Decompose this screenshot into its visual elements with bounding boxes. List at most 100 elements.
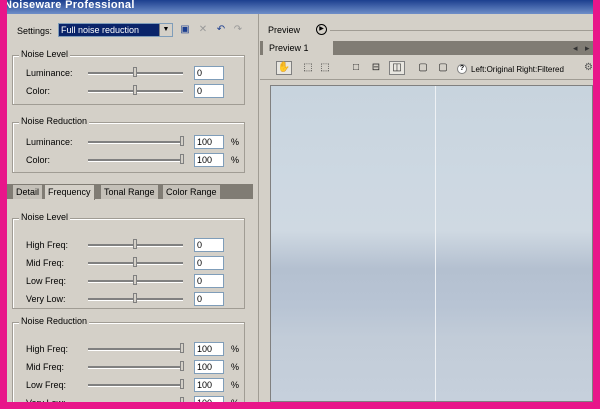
freq-noise-level-value-input[interactable]: 0 <box>194 292 224 306</box>
freq-noise-reduction-slider[interactable] <box>88 379 184 389</box>
freq-noise-reduction-row: Mid Freq: 100% <box>13 360 246 374</box>
help-icon[interactable]: ? <box>457 64 467 74</box>
chevron-down-icon[interactable]: ▼ <box>159 24 172 36</box>
percent-unit: % <box>231 344 240 354</box>
chevron-right-icon[interactable]: ▸ <box>585 43 590 54</box>
percent-unit: % <box>231 362 240 372</box>
freq-noise-reduction-value-input[interactable]: 100 <box>194 342 224 356</box>
split-horizontal-icon[interactable]: ⊟ <box>368 61 384 75</box>
noise-level-group: Noise Level Luminance: 0 Color: 0 <box>12 49 246 105</box>
freq-noise-level-value-input[interactable]: 0 <box>194 256 224 270</box>
tab-color-range[interactable]: Color Range <box>163 185 221 199</box>
freq-noise-reduction-slider[interactable] <box>88 343 184 353</box>
freq-noise-level-title: Noise Level <box>19 212 71 222</box>
split-vertical-icon[interactable]: ◫ <box>389 61 405 75</box>
slider-thumb[interactable] <box>133 257 137 267</box>
freq-noise-level-row: Very Low: 0 <box>13 292 246 306</box>
slider-thumb[interactable] <box>133 293 137 303</box>
tab-detail[interactable]: Detail <box>13 185 44 199</box>
freq-noise-reduction-title: Noise Reduction <box>19 316 90 326</box>
slider-thumb[interactable] <box>133 85 137 95</box>
freq-noise-reduction-label: Mid Freq: <box>26 362 65 372</box>
settings-tabs: Detail Frequency Tonal Range Color Range <box>7 184 253 200</box>
freq-noise-level-label: Mid Freq: <box>26 258 65 268</box>
preview-tabbar: Preview 1 ◂ ▸ <box>260 41 593 55</box>
delete-icon[interactable]: ✕ <box>197 24 209 36</box>
marquee-select-icon[interactable]: ⬚ <box>300 61 316 75</box>
noise-reduction-row: Color: 100% <box>13 153 246 167</box>
panel-divider[interactable] <box>258 14 259 402</box>
preview-image[interactable] <box>270 85 593 402</box>
noise-reduction-slider[interactable] <box>88 154 184 164</box>
tab-tonal-range[interactable]: Tonal Range <box>101 185 159 199</box>
freq-noise-reduction-slider[interactable] <box>88 361 184 371</box>
undo-icon[interactable]: ↶ <box>215 24 227 36</box>
freq-noise-reduction-row: Very Low: 100% <box>13 396 246 402</box>
noise-reduction-title: Noise Reduction <box>19 116 90 126</box>
percent-unit: % <box>231 380 240 390</box>
freq-noise-reduction-label: High Freq: <box>26 344 69 354</box>
title-bar: Noiseware Professional <box>7 0 593 14</box>
freq-noise-level-value-input[interactable]: 0 <box>194 238 224 252</box>
noise-level-row: Color: 0 <box>13 84 246 98</box>
freq-noise-level-slider[interactable] <box>88 275 183 285</box>
slider-thumb[interactable] <box>180 379 184 389</box>
chevron-left-icon[interactable]: ◂ <box>573 43 578 54</box>
preview-header: Preview <box>268 25 301 35</box>
noise-level-slider[interactable] <box>88 67 183 77</box>
play-icon[interactable]: ▶ <box>316 24 327 35</box>
slider-thumb[interactable] <box>180 397 184 402</box>
freq-noise-level-slider[interactable] <box>88 239 183 249</box>
freq-noise-level-slider[interactable] <box>88 293 183 303</box>
hand-tool-icon[interactable]: ✋ <box>276 61 292 75</box>
tab-frequency[interactable]: Frequency <box>45 185 95 200</box>
slider-thumb[interactable] <box>180 136 184 146</box>
freq-noise-level-label: Low Freq: <box>26 276 67 286</box>
single-view-icon[interactable]: □ <box>348 61 364 75</box>
tab-preview-1[interactable]: Preview 1 <box>263 41 333 55</box>
noise-reduction-row: Luminance: 100% <box>13 135 246 149</box>
zoom-select-icon[interactable]: ⬚ <box>317 61 333 75</box>
preview-panel: Preview ▶ Preview 1 ◂ ▸ ✋ ⬚ ⬚ □ ⊟ ◫ ▢ ▢ … <box>260 14 593 402</box>
noise-level-label: Luminance: <box>26 68 73 78</box>
freq-noise-reduction-row: High Freq: 100% <box>13 342 246 356</box>
noise-reduction-label: Luminance: <box>26 137 73 147</box>
duplicate-preview-icon[interactable]: ▢ <box>435 61 451 75</box>
header-divider <box>330 30 593 31</box>
settings-row: Settings: Full noise reduction ▼ ▣ ✕ ↶ ↷ <box>7 22 253 40</box>
slider-thumb[interactable] <box>133 67 137 77</box>
slider-thumb[interactable] <box>180 361 184 371</box>
noise-level-value-input[interactable]: 0 <box>194 66 224 80</box>
noise-level-slider[interactable] <box>88 85 183 95</box>
options-icon[interactable]: ⚙ <box>584 62 593 73</box>
freq-noise-reduction-value-input[interactable]: 100 <box>194 360 224 374</box>
freq-noise-level-slider[interactable] <box>88 257 183 267</box>
freq-noise-reduction-row: Low Freq: 100% <box>13 378 246 392</box>
settings-label: Settings: <box>17 26 53 36</box>
freq-noise-level-row: High Freq: 0 <box>13 238 246 252</box>
compare-mode-label: Left:Original Right:Filtered <box>471 65 564 74</box>
freq-noise-reduction-group: Noise Reduction High Freq: 100% Mid Freq: 1… <box>12 316 246 402</box>
noise-level-label: Color: <box>26 86 51 96</box>
slider-thumb[interactable] <box>180 154 184 164</box>
slider-thumb[interactable] <box>180 343 184 353</box>
noise-level-row: Luminance: 0 <box>13 66 246 80</box>
noise-level-value-input[interactable]: 0 <box>194 84 224 98</box>
freq-noise-level-value-input[interactable]: 0 <box>194 274 224 288</box>
app-window: Noiseware Professional Settings: Full no… <box>7 0 593 402</box>
split-divider-line[interactable] <box>435 86 436 401</box>
settings-preset-select[interactable]: Full noise reduction ▼ <box>58 23 173 37</box>
percent-unit: % <box>231 155 240 165</box>
slider-thumb[interactable] <box>133 275 137 285</box>
add-preview-icon[interactable]: ▢ <box>415 61 431 75</box>
freq-noise-reduction-value-input[interactable]: 100 <box>194 396 224 402</box>
redo-icon[interactable]: ↷ <box>232 24 244 36</box>
noise-reduction-value-input[interactable]: 100 <box>194 153 224 167</box>
freq-noise-level-label: High Freq: <box>26 240 69 250</box>
save-icon[interactable]: ▣ <box>179 24 191 36</box>
noise-reduction-slider[interactable] <box>88 136 184 146</box>
freq-noise-reduction-value-input[interactable]: 100 <box>194 378 224 392</box>
noise-reduction-value-input[interactable]: 100 <box>194 135 224 149</box>
slider-thumb[interactable] <box>133 239 137 249</box>
preview-toolbar: ✋ ⬚ ⬚ □ ⊟ ◫ ▢ ▢ ? Left:Original Right:Fi… <box>260 59 593 80</box>
